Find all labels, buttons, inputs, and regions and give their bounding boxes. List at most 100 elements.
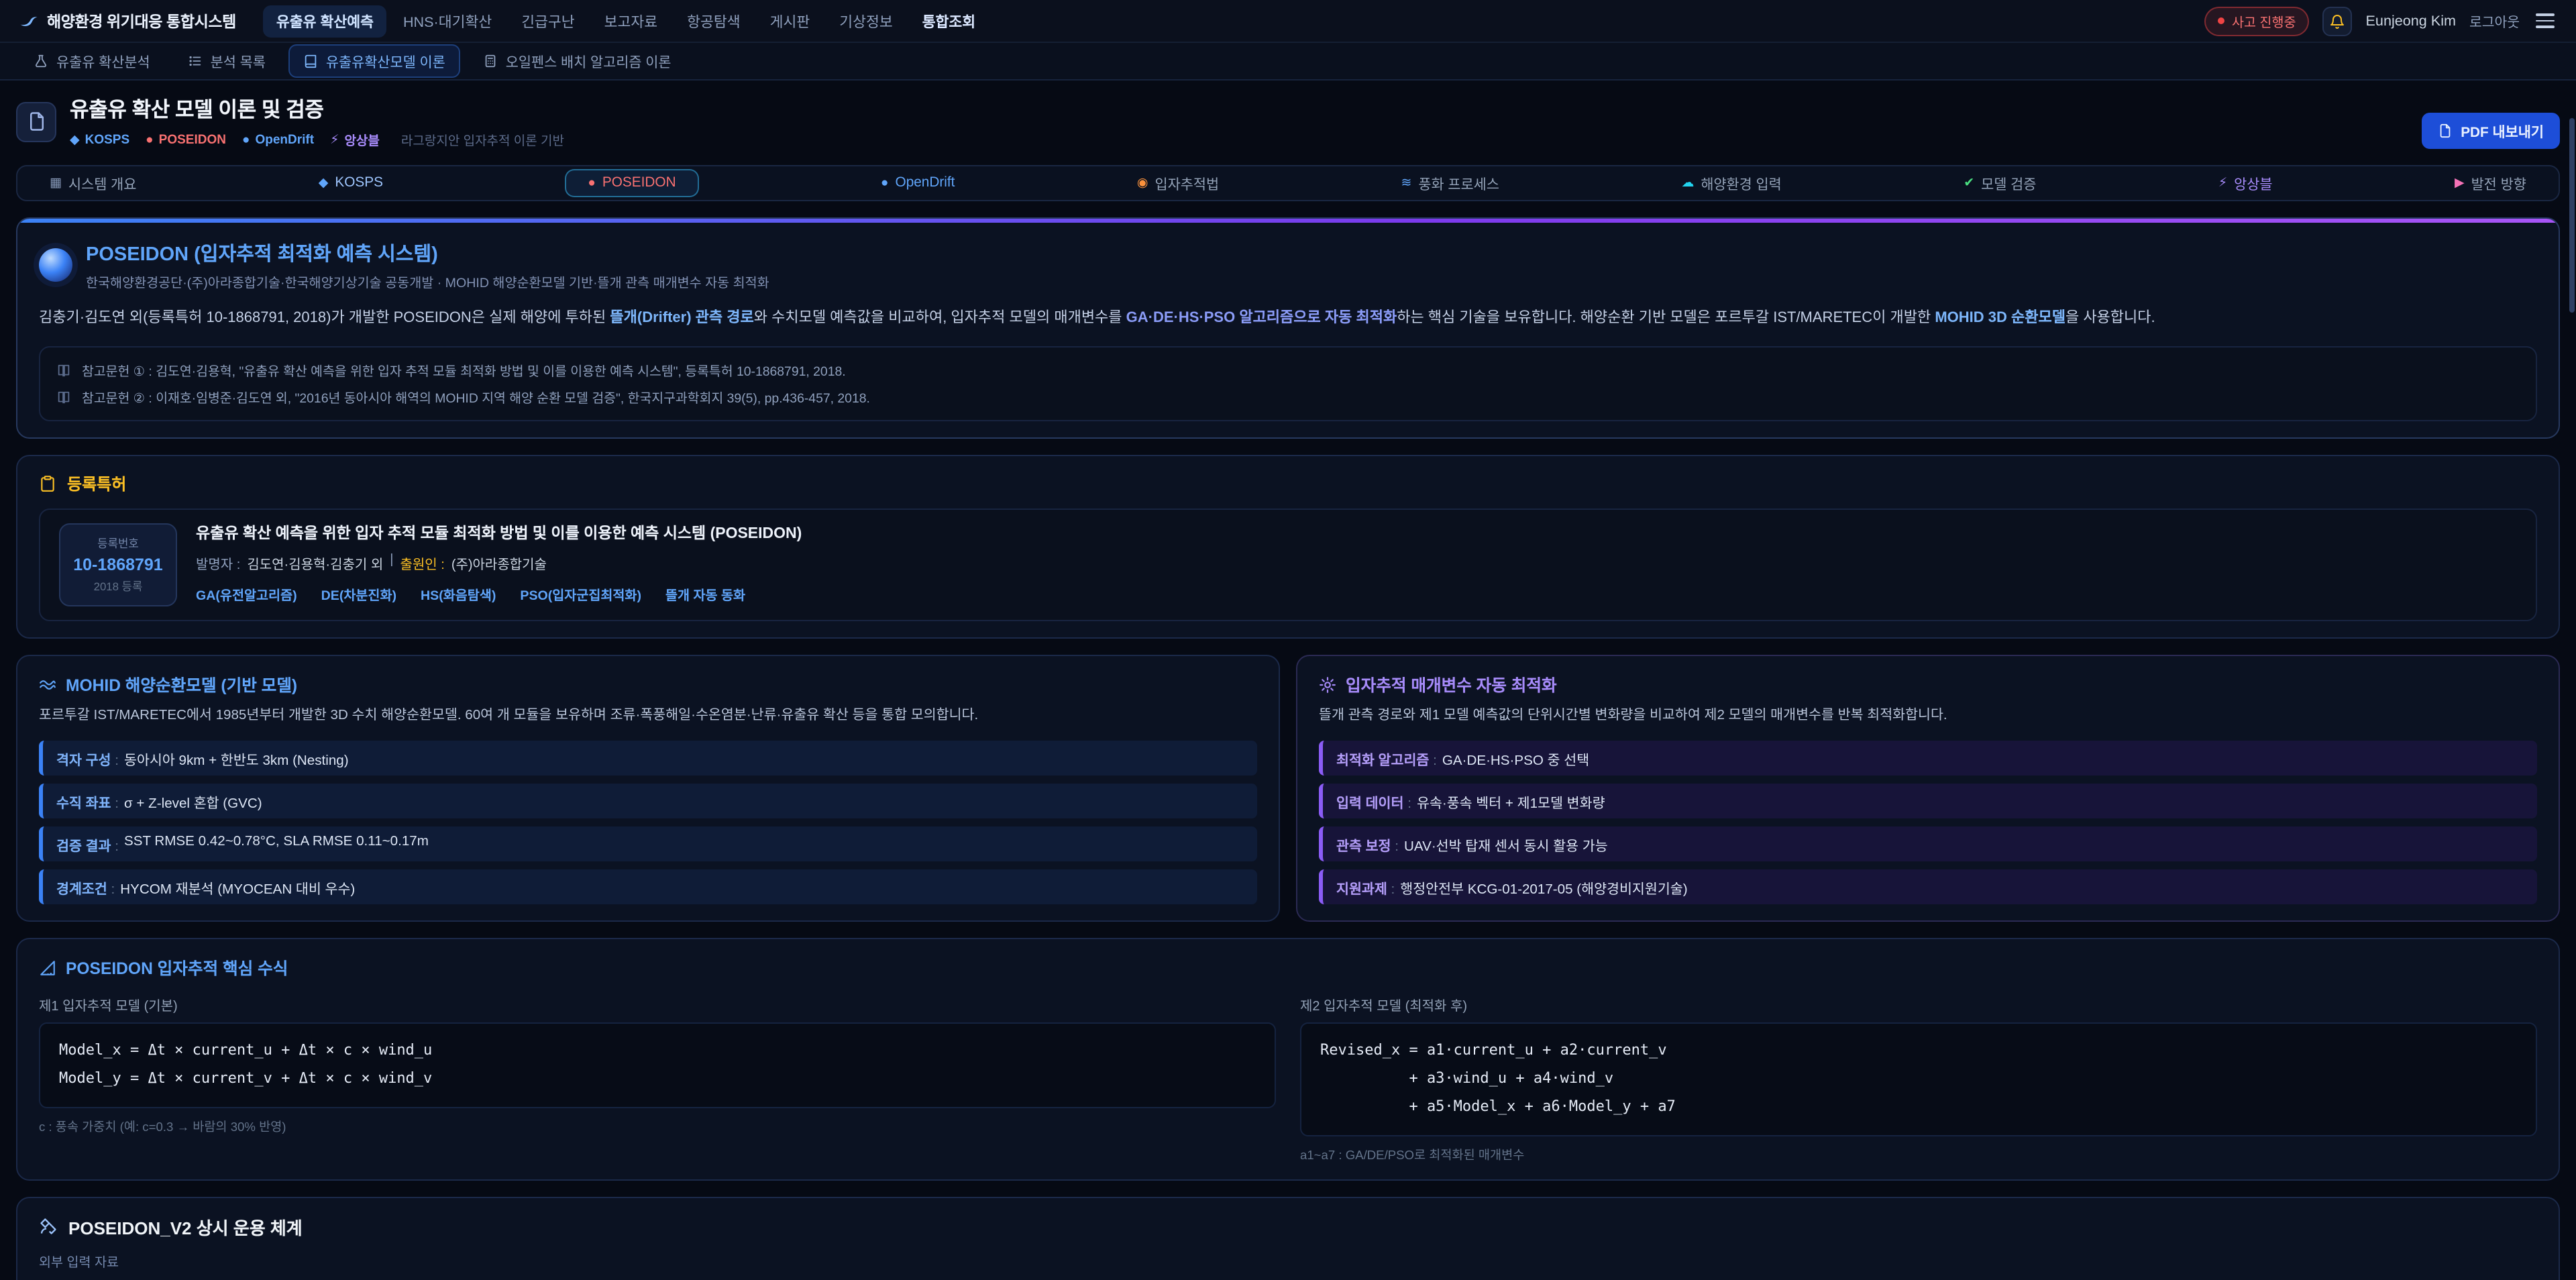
poseidon-section: POSEIDON (입자추적 최적화 예측 시스템) 한국해양환경공단·(주)아… (16, 217, 2560, 439)
books-icon (56, 390, 71, 405)
formula-columns: 제1 입자추적 모델 (기본) Model_x = Δt × current_u… (39, 994, 2537, 1163)
badge-kosps: ◆KOSPS (70, 132, 129, 147)
menu-item-aerial-search[interactable]: 항공탐색 (674, 5, 753, 37)
tab-kosps[interactable]: ◆KOSPS (319, 176, 383, 191)
tab-system-overview[interactable]: ▦시스템 개요 (50, 173, 136, 193)
patent-section-title: 등록특허 (67, 473, 126, 496)
calculator-icon (483, 54, 498, 68)
user-name: Eunjeong Kim (2366, 13, 2456, 29)
menu-item-reports[interactable]: 보고자료 (591, 5, 671, 37)
mohid-card: MOHID 해양순환모델 (기반 모델) 포르투갈 IST/MARETEC에서 … (16, 655, 1280, 922)
rocket-icon: ▶ (2455, 176, 2465, 191)
tab-ocean-env-input[interactable]: ☁해양환경 입력 (1681, 173, 1782, 193)
patent-year: 2018 등록 (66, 579, 170, 595)
subtab-oilfence-algorithm-theory[interactable]: 오일펜스 배치 알고리즘 이론 (468, 44, 686, 78)
references-box: 참고문헌 ① : 김도연·김용혁, "유출유 확산 예측을 위한 입자 추적 모… (39, 347, 2537, 422)
optimization-card: 입자추적 매개변수 자동 최적화 뜰개 관측 경로와 제1 모델 예측값의 단위… (1296, 655, 2560, 922)
mohid-rows: 격자 구성동아시아 9km + 한반도 3km (Nesting) 수직 좌표σ… (39, 741, 1257, 904)
badge-ensemble: ⚡앙상블 (330, 130, 380, 149)
bell-icon (2330, 13, 2346, 29)
patent-details: 유출유 확산 예측을 위한 입자 추적 모듈 최적화 방법 및 이를 이용한 예… (196, 524, 802, 607)
menu-item-hns[interactable]: HNS·대기확산 (390, 5, 505, 37)
opt-row-project: 지원과제행정안전부 KCG-01-2017-05 (해양경비지원기술) (1319, 869, 2537, 904)
tag-de[interactable]: DE(차분진화) (321, 586, 396, 604)
topbar-right: 사고 진행중 Eunjeong Kim 로그아웃 (2205, 6, 2557, 36)
formula-model1-label: 제1 입자추적 모델 (기본) (39, 994, 1276, 1014)
page-title: 유출유 확산 모델 이론 및 검증 (70, 94, 564, 123)
app-logo[interactable]: 해양환경 위기대응 통합시스템 (19, 10, 236, 32)
menu-item-rescue[interactable]: 긴급구난 (508, 5, 588, 37)
diamond-icon: ◆ (319, 176, 329, 191)
bolt-icon: ⚡ (2218, 176, 2227, 191)
tab-particle-tracking[interactable]: ◉입자추적법 (1137, 173, 1219, 193)
patent-people-line: 발명자 : 김도연·김용혁·김충기 외 | 출원인 : (주)아라종합기술 (196, 553, 802, 574)
mohid-card-title: MOHID 해양순환모델 (기반 모델) (66, 673, 297, 697)
books-icon (56, 364, 71, 378)
page-header: 유출유 확산 모델 이론 및 검증 ◆KOSPS ●POSEIDON ●Open… (16, 94, 2560, 149)
formula-section-header: POSEIDON 입자추적 핵심 수식 (39, 955, 2537, 979)
dot-icon: ● (588, 176, 596, 191)
patent-title: 유출유 확산 예측을 위한 입자 추적 모듈 최적화 방법 및 이를 이용한 예… (196, 524, 802, 545)
tab-ensemble[interactable]: ⚡앙상블 (2218, 173, 2273, 193)
tag-ga[interactable]: GA(유전알고리즘) (196, 586, 297, 604)
badge-poseidon: ●POSEIDON (146, 132, 226, 147)
page-content: 유출유 확산 모델 이론 및 검증 ◆KOSPS ●POSEIDON ●Open… (0, 94, 2576, 1280)
dot-icon: ● (242, 132, 250, 147)
cloud-icon: ☁ (1681, 176, 1694, 191)
dot-icon: ● (146, 132, 154, 147)
operations-section: POSEIDON_V2 상시 운용 체계 외부 입력 자료 HYCOM 해류·수… (16, 1197, 2560, 1280)
external-input-label: 외부 입력 자료 (39, 1252, 2537, 1271)
section-tab-strip: ▦시스템 개요 ◆KOSPS ●POSEIDON ●OpenDrift ◉입자추… (16, 165, 2560, 201)
optimization-card-header: 입자추적 매개변수 자동 최적화 (1319, 673, 2537, 697)
wave-icon: ≋ (1401, 176, 1411, 191)
formula-section-title: POSEIDON 입자추적 핵심 수식 (66, 955, 288, 979)
flask-icon (34, 54, 48, 68)
tab-future-direction[interactable]: ▶발전 방향 (2455, 173, 2526, 193)
tab-poseidon[interactable]: ●POSEIDON (565, 169, 698, 197)
subtab-diffusion-model-theory[interactable]: 유출유확산모델 이론 (288, 44, 460, 78)
tab-opendrift[interactable]: ●OpenDrift (881, 176, 955, 191)
optimization-card-title: 입자추적 매개변수 자동 최적화 (1346, 673, 1557, 697)
formula-model1-code: Model_x = Δt × current_u + Δt × c × wind… (39, 1022, 1276, 1108)
divider: | (390, 553, 393, 574)
tag-pso[interactable]: PSO(입자군집최적화) (520, 586, 641, 604)
hamburger-menu-icon[interactable] (2533, 8, 2557, 34)
poseidon-description: 김충기·김도연 외(등록특허 10-1868791, 2018)가 개발한 PO… (39, 306, 2537, 332)
page-scrollbar[interactable] (2569, 0, 2575, 1280)
tag-hs[interactable]: HS(화음탐색) (421, 586, 496, 604)
pdf-document-icon (2438, 123, 2453, 138)
menu-item-integrated-search[interactable]: 통합조회 (909, 5, 989, 37)
subtab-spill-analysis[interactable]: 유출유 확산분석 (19, 44, 165, 78)
formula-model1-caption: c : 풍속 가중치 (예: c=0.3 → 바람의 30% 반영) (39, 1116, 1276, 1135)
menu-item-spill-forecast[interactable]: 유출유 확산예측 (263, 5, 387, 37)
ruler-triangle-icon (39, 959, 56, 976)
pdf-export-button[interactable]: PDF 내보내기 (2422, 113, 2560, 149)
formula-model2-label: 제2 입자추적 모델 (최적화 후) (1300, 994, 2537, 1014)
operations-header: POSEIDON_V2 상시 운용 체계 (39, 1214, 2537, 1240)
tab-weathering-process[interactable]: ≋풍화 프로세스 (1401, 173, 1499, 193)
scrollbar-thumb[interactable] (2569, 118, 2575, 313)
mohid-card-desc: 포르투갈 IST/MARETEC에서 1985년부터 개발한 3D 수치 해양순… (39, 706, 1257, 729)
dot-icon: ● (881, 176, 889, 191)
badge-opendrift: ●OpenDrift (242, 132, 314, 147)
incident-status-badge[interactable]: 사고 진행중 (2205, 6, 2310, 36)
poseidon-heading-block: POSEIDON (입자추적 최적화 예측 시스템) 한국해양환경공단·(주)아… (86, 239, 769, 291)
menu-item-weather[interactable]: 기상정보 (826, 5, 906, 37)
menu-item-board[interactable]: 게시판 (757, 5, 824, 37)
tag-drifter-assimilation[interactable]: 뜰개 자동 동화 (665, 586, 745, 604)
book-icon (303, 54, 318, 68)
mohid-row-vertical: 수직 좌표σ + Z-level 혼합 (GVC) (39, 784, 1257, 818)
patent-inventors: 김도연·김용혁·김충기 외 (247, 553, 383, 574)
opt-row-input: 입력 데이터유속·풍속 벡터 + 제1모델 변화량 (1319, 784, 2537, 818)
patent-applicant-label: 출원인 : (400, 553, 444, 574)
highlight-optimization-algorithms: GA·DE·HS·PSO 알고리즘으로 자동 최적화 (1126, 310, 1397, 326)
tab-model-validation[interactable]: ✔모델 검증 (1964, 173, 2036, 193)
sphere-icon (39, 248, 72, 282)
subtab-analysis-list[interactable]: 분석 목록 (173, 44, 280, 78)
wing-logo-icon (19, 11, 39, 31)
poseidon-section-title: POSEIDON (입자추적 최적화 예측 시스템) (86, 239, 769, 267)
patent-number-label: 등록번호 (66, 536, 170, 552)
patent-section-header: 등록특허 (39, 473, 2537, 496)
logout-button[interactable]: 로그아웃 (2469, 11, 2520, 31)
notification-button[interactable] (2323, 6, 2353, 36)
